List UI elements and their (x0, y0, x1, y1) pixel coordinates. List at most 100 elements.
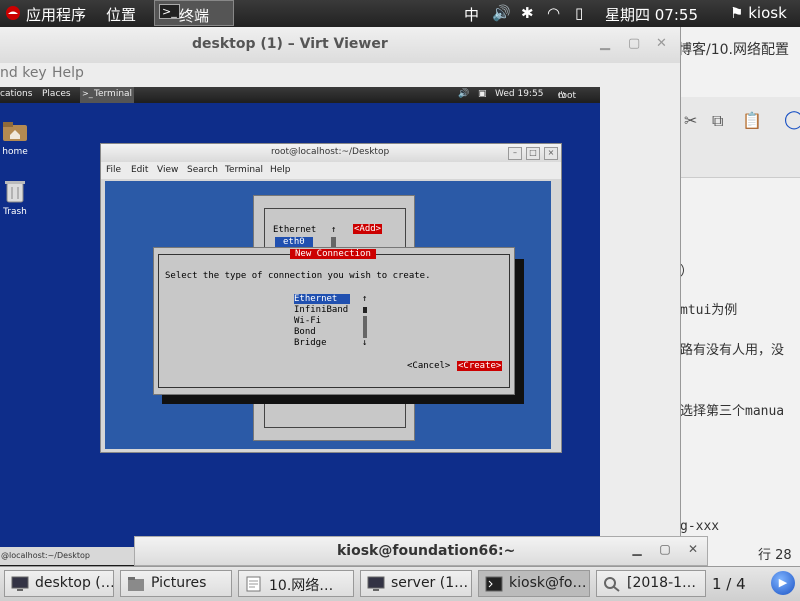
menu-file[interactable]: File (106, 165, 121, 175)
editor-line: 选择第三个manua (680, 404, 785, 419)
maximize-button[interactable]: ▢ (628, 36, 640, 51)
battery-icon[interactable]: ▯ (575, 4, 583, 22)
nmtui-iface-item[interactable]: eth0 (275, 237, 313, 247)
menu-help[interactable]: Help (52, 65, 84, 81)
text-editor-icon (245, 576, 263, 592)
guest-terminal-title: root@localhost:~/Desktop (271, 147, 390, 157)
monitor-icon (367, 576, 385, 592)
close-button[interactable]: ✕ (681, 542, 705, 560)
taskbar-item-server[interactable]: server (1… (360, 570, 472, 597)
taskbar-item-desktop[interactable]: desktop (… (4, 570, 114, 597)
editor-toolbar: ✂ ⧉ 📋 ◯ (680, 97, 800, 178)
connection-type-option[interactable]: Ethernet (294, 294, 350, 304)
create-button[interactable]: <Create> (457, 361, 503, 371)
guest-applications-menu[interactable]: cations (0, 89, 32, 99)
connection-type-option[interactable]: Wi-Fi (294, 316, 321, 326)
menu-terminal[interactable]: Terminal (225, 165, 263, 175)
nmtui-list-item[interactable]: Ethernet (273, 225, 316, 235)
volume-icon[interactable]: 🔊 (492, 4, 511, 22)
terminal-icon (485, 576, 503, 592)
places-menu[interactable]: 位置 (106, 4, 136, 25)
host-taskbar: desktop (… Pictures 10.网络… server (1… ki… (0, 566, 800, 601)
window-title: desktop (1) – Virt Viewer (192, 36, 388, 52)
input-method-indicator[interactable]: 中 (464, 4, 479, 25)
scrollbar-track[interactable] (363, 316, 367, 338)
applications-menu[interactable]: 应用程序 (26, 4, 86, 25)
virt-viewer-menubar: nd key Help (0, 63, 680, 87)
scroll-up-icon: ↑ (331, 225, 337, 235)
minimize-button[interactable]: ▁ (625, 542, 649, 560)
scrollbar-thumb[interactable] (363, 307, 367, 313)
guest-terminal-menu[interactable]: >_ Terminal (80, 87, 134, 103)
nmtui-screen[interactable]: Ethernet ↑ <Add> eth0 New Connection Sel… (105, 181, 551, 449)
monitor-icon (11, 576, 29, 592)
user-menu[interactable]: ⚑ kiosk (730, 4, 787, 22)
menu-help[interactable]: Help (270, 165, 291, 175)
guest-maximize-button[interactable]: □ (526, 147, 540, 160)
minimize-button[interactable]: ▁ (600, 36, 610, 51)
guest-minimize-button[interactable]: – (508, 147, 522, 160)
guest-volume-icon[interactable]: 🔊 (458, 89, 469, 99)
menu-edit[interactable]: Edit (131, 165, 148, 175)
new-connection-dialog[interactable]: New Connection Select the type of connec… (153, 247, 515, 395)
menu-view[interactable]: View (157, 165, 178, 175)
copy-icon[interactable]: ⧉ (712, 111, 723, 131)
connection-type-option[interactable]: Bond (294, 327, 316, 337)
scrollbar-thumb[interactable] (331, 237, 336, 247)
redhat-logo-icon[interactable] (5, 5, 21, 25)
menu-send-key[interactable]: nd key (0, 65, 47, 81)
taskbar-item-editor[interactable]: 10.网络… (238, 570, 354, 597)
workspace-switcher-icon[interactable]: ▶ (771, 571, 795, 595)
guest-clock[interactable]: Wed 19:55 (495, 89, 543, 99)
taskbar-item-screenshot[interactable]: [2018-1… (596, 570, 706, 597)
guest-close-button[interactable]: × (544, 147, 558, 160)
editor-line: 路有没有人用，没 (680, 343, 785, 358)
home-folder-icon (2, 119, 28, 143)
editor-line: mtui为例 (680, 303, 738, 318)
cancel-button[interactable]: <Cancel> (407, 361, 450, 371)
search-icon[interactable]: ◯ (784, 109, 800, 130)
editor-status: 行 28 (758, 548, 792, 563)
dialog-prompt: Select the type of connection you wish t… (165, 271, 431, 281)
guest-places-menu[interactable]: Places (42, 89, 71, 99)
kiosk-terminal-window[interactable]: kiosk@foundation66:~ ▁ ▢ ✕ (134, 536, 708, 566)
guest-taskbar-fragment[interactable]: @localhost:~/Desktop (0, 547, 134, 565)
taskbar-item-kiosk-terminal[interactable]: kiosk@fo… (478, 570, 590, 597)
paste-icon[interactable]: 📋 (742, 111, 762, 130)
magnifier-icon (603, 576, 621, 592)
guest-terminal-menubar: File Edit View Search Terminal Help (101, 162, 561, 179)
editor-line: ） (680, 264, 694, 279)
guest-desktop[interactable]: cations Places >_ Terminal 🔊 ▣ Wed 19:55… (0, 87, 600, 547)
guest-terminal-titlebar[interactable]: root@localhost:~/Desktop – □ × (101, 144, 561, 162)
user-icon: ⚑ (730, 4, 744, 22)
maximize-button[interactable]: ▢ (653, 542, 677, 560)
terminal-icon: >_ (82, 89, 93, 98)
terminal-app-menu[interactable]: >_ 终端 (154, 0, 234, 26)
kiosk-terminal-title: kiosk@foundation66:~ (337, 543, 516, 559)
folder-icon (127, 576, 145, 592)
editor-title: 博客/10.网络配置 (678, 42, 789, 58)
workspace-pager[interactable]: 1 / 4 (712, 575, 746, 593)
terminal-icon: >_ (159, 4, 180, 19)
trash-icon (2, 179, 28, 203)
host-topbar: 应用程序 位置 >_ 终端 中 🔊 ✱ ◠ ▯ 星期四 07:55 ⚑ kios… (0, 0, 800, 27)
guest-topbar: cations Places >_ Terminal 🔊 ▣ Wed 19:55… (0, 87, 600, 103)
wifi-icon[interactable]: ◠ (547, 4, 560, 22)
editor-line: g-xxx (680, 519, 720, 534)
connection-type-option[interactable]: InfiniBand (294, 305, 348, 315)
bluetooth-icon[interactable]: ✱ (521, 4, 534, 22)
virt-viewer-titlebar[interactable]: desktop (1) – Virt Viewer ▁ ▢ ✕ (0, 27, 680, 63)
guest-network-icon[interactable]: ▣ (478, 89, 487, 99)
guest-terminal-window[interactable]: root@localhost:~/Desktop – □ × File Edit… (100, 143, 562, 453)
connection-type-option[interactable]: Bridge (294, 338, 327, 348)
menu-search[interactable]: Search (187, 165, 218, 175)
clock[interactable]: 星期四 07:55 (605, 4, 698, 25)
cut-icon[interactable]: ✂ (684, 111, 697, 130)
scroll-up-icon: ↑ (362, 294, 368, 304)
desktop-icon-trash[interactable]: Trash (0, 179, 35, 217)
desktop-icon-home[interactable]: home (0, 119, 35, 157)
scroll-down-icon: ↓ (362, 338, 368, 348)
close-button[interactable]: ✕ (656, 36, 667, 51)
taskbar-item-pictures[interactable]: Pictures (120, 570, 232, 597)
nmtui-add-button[interactable]: <Add> (353, 224, 383, 234)
